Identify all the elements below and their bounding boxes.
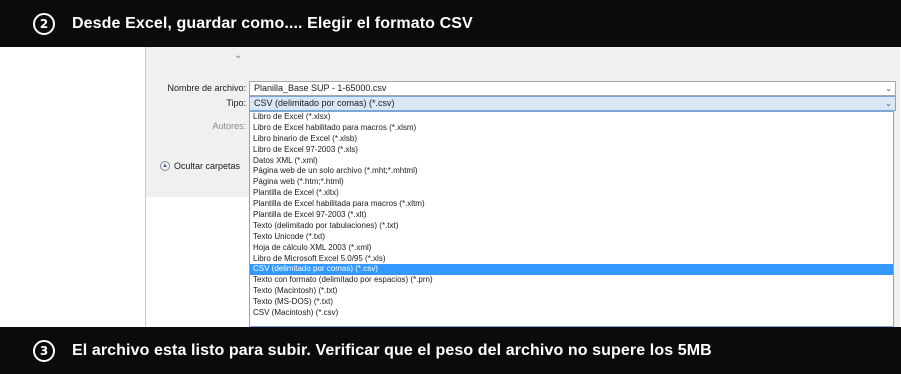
chevron-down-icon[interactable]: ⌄ xyxy=(234,50,242,61)
step-number-badge: 3 xyxy=(33,339,55,362)
file-type-select[interactable]: CSV (delimitado por comas) (*.csv) ⌄ xyxy=(249,96,896,111)
file-type-option[interactable]: Plantilla de Excel (*.xltx) xyxy=(250,188,893,199)
hide-folders-button[interactable]: ▲ Ocultar carpetas xyxy=(160,161,240,171)
file-type-option[interactable]: Plantilla de Excel 97-2003 (*.xlt) xyxy=(250,210,893,221)
file-type-option[interactable]: Libro de Excel (*.xlsx) xyxy=(250,112,893,123)
filename-field[interactable]: Planilla_Base SUP - 1-65000.csv ⌄ xyxy=(249,81,896,96)
chevron-up-icon: ▲ xyxy=(160,161,170,171)
step-number-badge: 2 xyxy=(33,12,55,35)
filename-value: Planilla_Base SUP - 1-65000.csv xyxy=(254,83,387,93)
file-type-option[interactable]: Datos XML (*.xml) xyxy=(250,156,893,167)
file-type-value: CSV (delimitado por comas) (*.csv) xyxy=(254,98,395,108)
file-type-option[interactable]: Libro de Excel habilitado para macros (*… xyxy=(250,123,893,134)
type-label: Tipo: xyxy=(226,98,246,108)
step-2-banner: 2 Desde Excel, guardar como.... Elegir e… xyxy=(0,0,901,47)
file-type-option[interactable]: Libro de Excel 97-2003 (*.xls) xyxy=(250,145,893,156)
chevron-down-icon[interactable]: ⌄ xyxy=(885,82,892,95)
step-2-instruction: Desde Excel, guardar como.... Elegir el … xyxy=(72,14,473,32)
step-3-banner: 3 El archivo esta listo para subir. Veri… xyxy=(0,327,901,374)
file-type-option[interactable]: Texto (delimitado por tabulaciones) (*.t… xyxy=(250,221,893,232)
file-type-option[interactable]: CSV (Macintosh) (*.csv) xyxy=(250,308,893,319)
file-type-option[interactable]: Texto Unicode (*.txt) xyxy=(250,232,893,243)
file-type-option[interactable]: Página web (*.htm;*.html) xyxy=(250,177,893,188)
authors-label: Autores: xyxy=(212,121,246,131)
save-as-dialog-screenshot: ⌄ Nombre de archivo: Planilla_Base SUP -… xyxy=(0,47,901,327)
file-type-option[interactable]: CSV (delimitado por comas) (*.csv) xyxy=(250,264,893,276)
file-type-option[interactable]: Plantilla de Excel habilitada para macro… xyxy=(250,199,893,210)
filename-label: Nombre de archivo: xyxy=(167,83,246,93)
file-type-option[interactable]: Texto (MS-DOS) (*.txt) xyxy=(250,297,893,308)
chevron-down-icon[interactable]: ⌄ xyxy=(885,97,892,110)
file-type-option[interactable]: Libro binario de Excel (*.xlsb) xyxy=(250,134,893,145)
file-type-option[interactable]: Hoja de cálculo XML 2003 (*.xml) xyxy=(250,243,893,254)
step-3-instruction: El archivo esta listo para subir. Verifi… xyxy=(72,341,712,359)
file-type-option[interactable]: Libro de Microsoft Excel 5.0/95 (*.xls) xyxy=(250,254,893,265)
dialog-edge xyxy=(894,111,900,327)
file-type-option[interactable]: Texto (Macintosh) (*.txt) xyxy=(250,286,893,297)
file-type-option[interactable]: Texto con formato (delimitado por espaci… xyxy=(250,275,893,286)
file-type-dropdown-list[interactable]: Libro de Excel (*.xlsx) Libro de Excel ha… xyxy=(249,111,894,327)
hide-folders-label: Ocultar carpetas xyxy=(174,161,241,171)
file-type-option[interactable]: Página web de un solo archivo (*.mht;*.m… xyxy=(250,166,893,177)
